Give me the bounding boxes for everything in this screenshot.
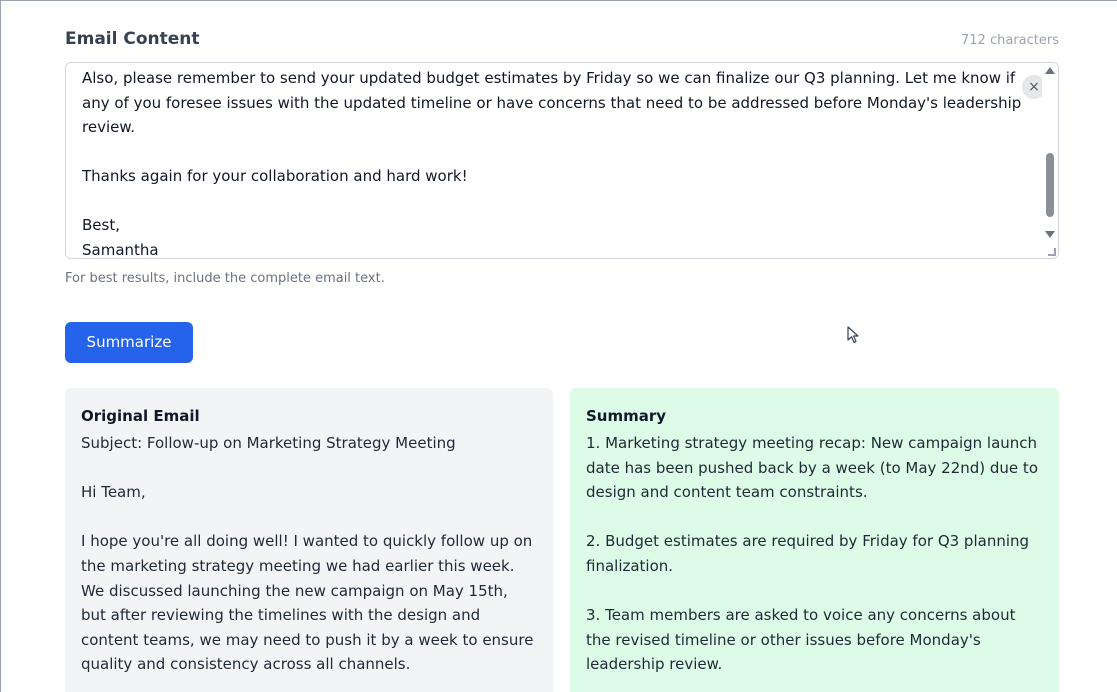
email-content-header: Email Content 712 characters <box>65 29 1059 53</box>
original-email-panel: Original Email Subject: Follow-up on Mar… <box>65 388 553 692</box>
scroll-up-arrow-icon[interactable] <box>1045 67 1055 74</box>
textarea-scrollbar[interactable] <box>1042 63 1058 258</box>
email-content-text[interactable]: Also, please remember to send your updat… <box>82 66 1022 258</box>
close-icon: × <box>1028 79 1040 95</box>
resize-handle-icon[interactable] <box>1048 248 1056 256</box>
summarize-button[interactable]: Summarize <box>65 322 193 363</box>
original-email-title: Original Email <box>81 407 200 425</box>
scrollbar-thumb[interactable] <box>1046 153 1054 217</box>
original-email-body: Subject: Follow-up on Marketing Strategy… <box>81 434 534 674</box>
summary-title: Summary <box>586 407 667 425</box>
scroll-down-arrow-icon[interactable] <box>1045 231 1055 238</box>
character-count: 712 characters <box>961 33 1059 48</box>
help-text: For best results, include the complete e… <box>65 271 385 286</box>
mouse-pointer-icon <box>847 326 859 344</box>
summary-panel: Summary 1. Marketing strategy meeting re… <box>570 388 1059 692</box>
email-content-textarea[interactable]: Also, please remember to send your updat… <box>65 62 1059 259</box>
app-frame: Email Content 712 characters Also, pleas… <box>0 0 1117 692</box>
email-content-label: Email Content <box>65 29 200 49</box>
summary-body: 1. Marketing strategy meeting recap: New… <box>586 434 1038 674</box>
